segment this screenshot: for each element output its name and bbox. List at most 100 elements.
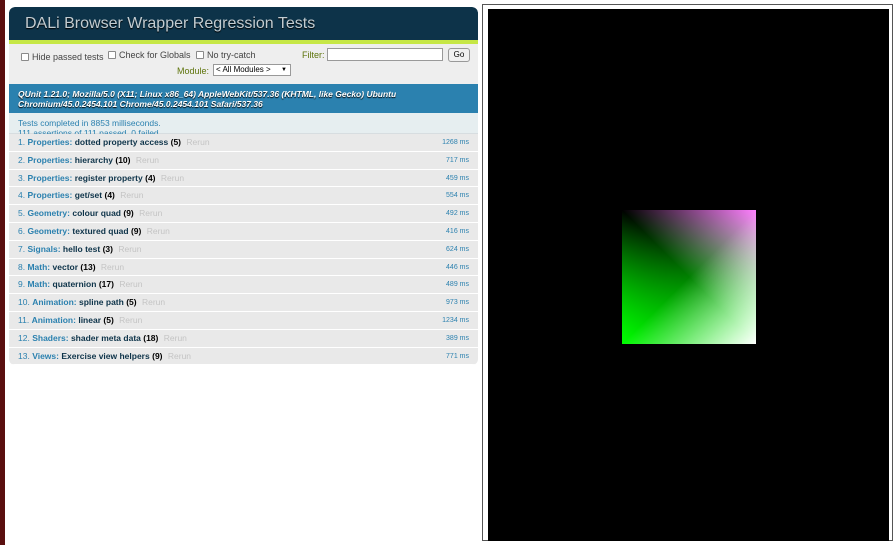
test-duration: 446 ms (446, 263, 469, 271)
rerun-link[interactable]: Rerun (101, 262, 124, 272)
test-number: 3. (18, 172, 26, 183)
test-count[interactable]: (9) (123, 208, 133, 218)
test-name[interactable]: colour quad (72, 208, 121, 218)
test-name[interactable]: textured quad (72, 226, 128, 236)
qunit-panel: DALi Browser Wrapper Regression Tests Hi… (9, 7, 478, 366)
test-module[interactable]: Animation: (32, 297, 76, 307)
test-duration: 717 ms (446, 156, 469, 164)
colour-quad-overlay (622, 210, 756, 344)
test-row[interactable]: 10. Animation: spline path (5) Rerun 973 … (9, 294, 478, 312)
test-name[interactable]: vector (53, 262, 79, 272)
check-globals-checkbox[interactable]: Check for Globals (108, 50, 191, 60)
test-name[interactable]: Exercise view helpers (61, 351, 149, 361)
page-title-text[interactable]: DALi Browser Wrapper Regression Tests (25, 15, 315, 32)
test-row[interactable]: 5. Geometry: colour quad (9) Rerun 492 ms (9, 205, 478, 223)
test-row[interactable]: 3. Properties: register property (4) Rer… (9, 169, 478, 188)
page-title[interactable]: DALi Browser Wrapper Regression Tests (9, 7, 478, 40)
module-select-value: < All Modules > (216, 65, 271, 74)
test-number: 13. (18, 350, 30, 361)
test-name[interactable]: dotted property access (75, 137, 169, 147)
rerun-link[interactable]: Rerun (186, 137, 209, 147)
test-count[interactable]: (18) (143, 333, 158, 343)
test-module[interactable]: Views: (32, 351, 59, 361)
test-row[interactable]: 9. Math: quaternion (17) Rerun 489 ms (9, 276, 478, 295)
toolbar: Hide passed tests Check for Globals No t… (9, 44, 478, 84)
no-try-catch-checkbox[interactable]: No try-catch (196, 50, 256, 60)
filter-input[interactable] (327, 48, 443, 61)
test-number: 8. (18, 261, 26, 272)
no-try-catch-box[interactable] (196, 51, 204, 59)
test-module[interactable]: Math: (27, 262, 50, 272)
test-module[interactable]: Shaders: (32, 333, 68, 343)
test-name[interactable]: linear (78, 315, 101, 325)
test-name[interactable]: register property (75, 173, 143, 183)
test-count[interactable]: (10) (115, 155, 130, 165)
hide-passed-box[interactable] (21, 53, 29, 61)
rerun-link[interactable]: Rerun (118, 244, 141, 254)
test-row[interactable]: 11. Animation: linear (5) Rerun 1234 ms (9, 311, 478, 330)
test-number: 7. (18, 243, 26, 254)
test-duration: 492 ms (446, 210, 469, 218)
test-number: 9. (18, 279, 26, 290)
test-name[interactable]: quaternion (53, 279, 97, 289)
test-name[interactable]: spline path (79, 297, 124, 307)
test-module[interactable]: Geometry: (27, 208, 70, 218)
rerun-link[interactable]: Rerun (164, 333, 187, 343)
rerun-link[interactable]: Rerun (136, 155, 159, 165)
test-count[interactable]: (5) (171, 137, 181, 147)
test-module[interactable]: Animation: (32, 315, 76, 325)
rerun-link[interactable]: Rerun (161, 173, 184, 183)
test-duration: 771 ms (446, 352, 469, 360)
test-count[interactable]: (9) (152, 351, 162, 361)
test-module[interactable]: Math: (27, 279, 50, 289)
rerun-link[interactable]: Rerun (147, 226, 170, 236)
test-row[interactable]: 8. Math: vector (13) Rerun 446 ms (9, 258, 478, 277)
dropdown-arrow-icon: ▼ (281, 67, 287, 73)
test-number: 10. (18, 297, 30, 308)
result-time: Tests completed in 8853 milliseconds. (18, 118, 161, 128)
hide-passed-checkbox[interactable]: Hide passed tests (21, 52, 104, 62)
test-count[interactable]: (17) (99, 279, 114, 289)
test-count[interactable]: (9) (131, 226, 141, 236)
test-module[interactable]: Properties: (27, 137, 72, 147)
test-count[interactable]: (4) (145, 173, 155, 183)
test-name[interactable]: get/set (75, 190, 102, 200)
test-number: 4. (18, 190, 26, 201)
test-row[interactable]: 6. Geometry: textured quad (9) Rerun 416 … (9, 222, 478, 241)
rerun-link[interactable]: Rerun (120, 190, 143, 200)
rerun-link[interactable]: Rerun (142, 297, 165, 307)
test-module[interactable]: Properties: (27, 190, 72, 200)
test-row[interactable]: 12. Shaders: shader meta data (18) Rerun… (9, 329, 478, 348)
go-button[interactable]: Go (448, 48, 470, 62)
test-count[interactable]: (5) (103, 315, 113, 325)
check-globals-box[interactable] (108, 51, 116, 59)
test-result-summary: Tests completed in 8853 milliseconds. 11… (9, 113, 478, 138)
test-row[interactable]: 7. Signals: hello test (3) Rerun 624 ms (9, 240, 478, 259)
test-list: 1. Properties: dotted property access (5… (9, 134, 478, 366)
rerun-link[interactable]: Rerun (139, 208, 162, 218)
test-row[interactable]: 13. Views: Exercise view helpers (9) Rer… (9, 347, 478, 366)
test-row[interactable]: 2. Properties: hierarchy (10) Rerun 717 m… (9, 151, 478, 170)
test-name[interactable]: shader meta data (71, 333, 141, 343)
test-count[interactable]: (4) (105, 190, 115, 200)
test-duration: 459 ms (446, 174, 469, 182)
test-row[interactable]: 4. Properties: get/set (4) Rerun 554 ms (9, 187, 478, 206)
module-select[interactable]: < All Modules > ▼ (213, 64, 291, 76)
test-count[interactable]: (3) (103, 244, 113, 254)
no-try-catch-label: No try-catch (207, 50, 256, 60)
module-label: Module: (177, 66, 210, 76)
test-row[interactable]: 1. Properties: dotted property access (5… (9, 134, 478, 152)
test-count[interactable]: (5) (126, 297, 136, 307)
test-count[interactable]: (13) (80, 262, 95, 272)
window-left-edge (0, 0, 5, 545)
test-module[interactable]: Signals: (27, 244, 60, 254)
test-module[interactable]: Properties: (27, 155, 72, 165)
test-name[interactable]: hierarchy (75, 155, 113, 165)
rerun-link[interactable]: Rerun (119, 315, 142, 325)
test-module[interactable]: Geometry: (27, 226, 70, 236)
rerun-link[interactable]: Rerun (119, 279, 142, 289)
rerun-link[interactable]: Rerun (168, 351, 191, 361)
test-name[interactable]: hello test (63, 244, 100, 254)
hide-passed-label: Hide passed tests (32, 52, 104, 62)
test-module[interactable]: Properties: (27, 173, 72, 183)
